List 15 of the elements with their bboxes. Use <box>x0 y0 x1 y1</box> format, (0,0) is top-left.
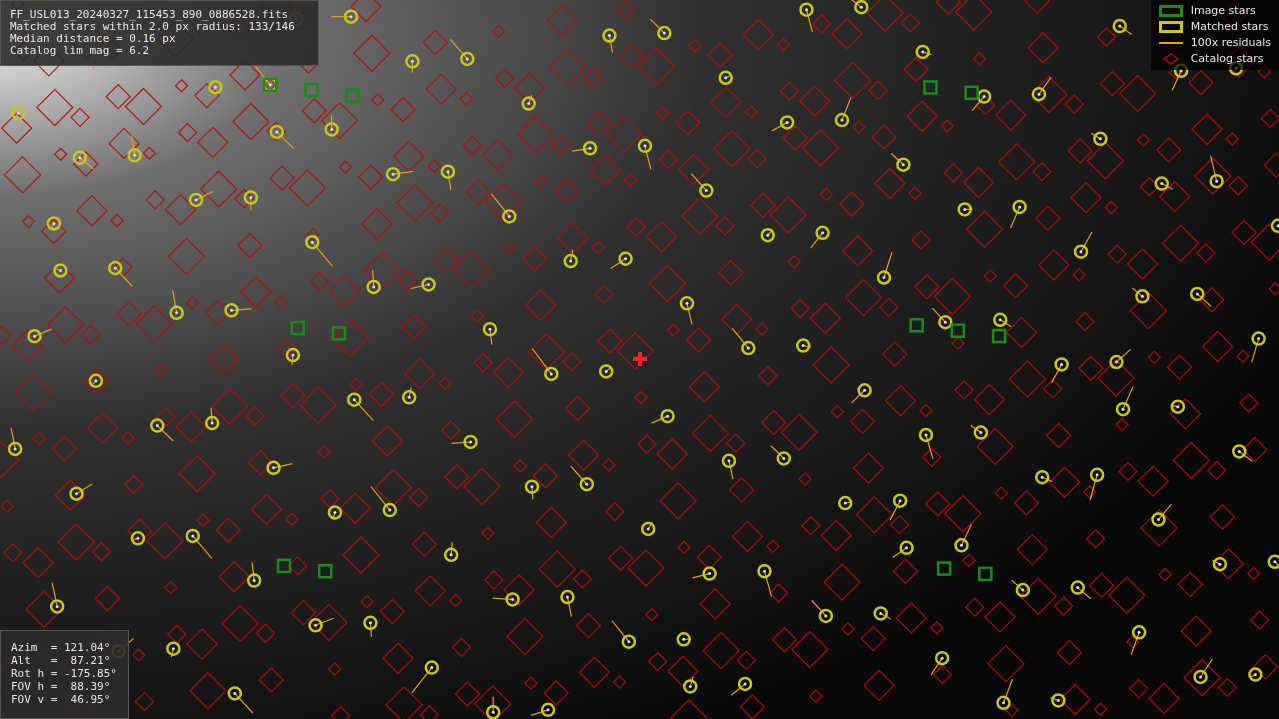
info-text: Matched stars within 2.0 px radius: 133/146 <box>10 21 295 33</box>
pointing-text: FOV h = 88.39° <box>11 680 111 693</box>
pointing-text: Rot h = -175.85° <box>11 667 117 680</box>
legend-swatch-icon <box>1158 21 1183 33</box>
pointing-text: Azim = 121.04° <box>11 641 111 654</box>
info-text: FF_USL013_20240327_115453_890_0886528.fits <box>10 9 289 21</box>
pointing-text: Alt = 87.21° <box>11 654 111 667</box>
info-text: Median distance = 0.16 px <box>10 33 176 45</box>
legend-label: Image stars <box>1190 2 1256 19</box>
legend-swatch-icon <box>1158 5 1183 17</box>
info-text: Catalog lim mag = 6.2 <box>10 45 150 57</box>
legend-label: Matched stars <box>1190 18 1269 35</box>
pointing-text: FOV v = 46.95° <box>11 693 111 706</box>
legend-label: 100x residuals <box>1190 34 1271 51</box>
legend-label: Catalog stars <box>1190 50 1264 67</box>
